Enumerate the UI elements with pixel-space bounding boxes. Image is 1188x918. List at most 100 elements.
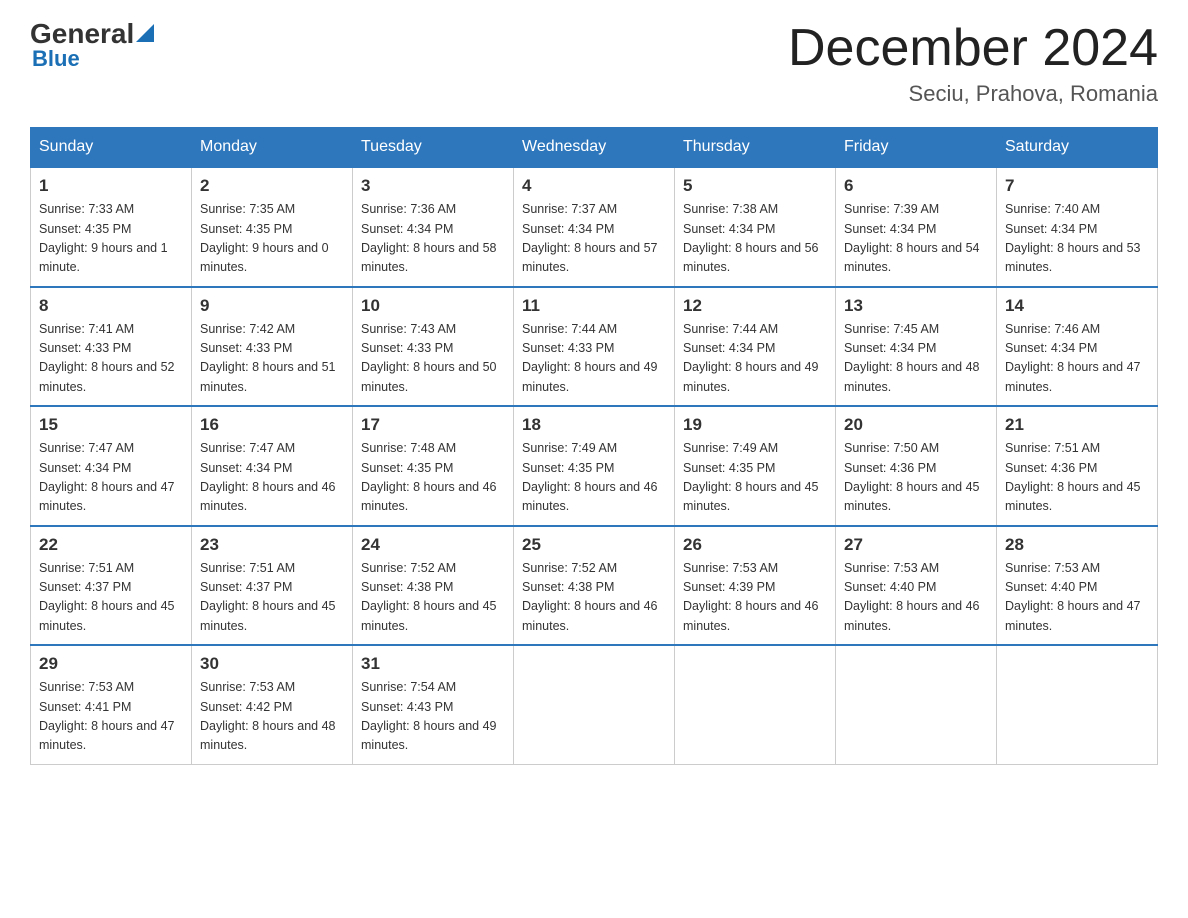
calendar-cell: 18 Sunrise: 7:49 AM Sunset: 4:35 PM Dayl… xyxy=(514,406,675,526)
calendar-cell xyxy=(675,645,836,764)
day-number: 11 xyxy=(522,296,666,316)
logo-blue: Blue xyxy=(32,46,80,72)
day-number: 20 xyxy=(844,415,988,435)
day-number: 1 xyxy=(39,176,183,196)
day-info: Sunrise: 7:44 AM Sunset: 4:34 PM Dayligh… xyxy=(683,320,827,398)
day-info: Sunrise: 7:51 AM Sunset: 4:37 PM Dayligh… xyxy=(39,559,183,637)
calendar-cell: 7 Sunrise: 7:40 AM Sunset: 4:34 PM Dayli… xyxy=(997,167,1158,287)
day-number: 3 xyxy=(361,176,505,196)
day-info: Sunrise: 7:49 AM Sunset: 4:35 PM Dayligh… xyxy=(683,439,827,517)
day-number: 2 xyxy=(200,176,344,196)
day-info: Sunrise: 7:43 AM Sunset: 4:33 PM Dayligh… xyxy=(361,320,505,398)
logo-triangle-icon xyxy=(136,24,154,42)
calendar-cell: 12 Sunrise: 7:44 AM Sunset: 4:34 PM Dayl… xyxy=(675,287,836,407)
day-number: 9 xyxy=(200,296,344,316)
day-info: Sunrise: 7:50 AM Sunset: 4:36 PM Dayligh… xyxy=(844,439,988,517)
day-number: 31 xyxy=(361,654,505,674)
day-number: 19 xyxy=(683,415,827,435)
day-number: 22 xyxy=(39,535,183,555)
day-info: Sunrise: 7:35 AM Sunset: 4:35 PM Dayligh… xyxy=(200,200,344,278)
day-info: Sunrise: 7:45 AM Sunset: 4:34 PM Dayligh… xyxy=(844,320,988,398)
calendar-header-friday: Friday xyxy=(836,128,997,168)
day-number: 17 xyxy=(361,415,505,435)
logo-general: General xyxy=(30,20,134,48)
day-number: 4 xyxy=(522,176,666,196)
calendar-cell: 20 Sunrise: 7:50 AM Sunset: 4:36 PM Dayl… xyxy=(836,406,997,526)
calendar-cell: 1 Sunrise: 7:33 AM Sunset: 4:35 PM Dayli… xyxy=(31,167,192,287)
day-number: 5 xyxy=(683,176,827,196)
day-info: Sunrise: 7:44 AM Sunset: 4:33 PM Dayligh… xyxy=(522,320,666,398)
day-info: Sunrise: 7:53 AM Sunset: 4:40 PM Dayligh… xyxy=(1005,559,1149,637)
logo: General Blue xyxy=(30,20,154,72)
month-title: December 2024 xyxy=(788,20,1158,77)
day-number: 8 xyxy=(39,296,183,316)
day-info: Sunrise: 7:53 AM Sunset: 4:42 PM Dayligh… xyxy=(200,678,344,756)
day-info: Sunrise: 7:47 AM Sunset: 4:34 PM Dayligh… xyxy=(200,439,344,517)
calendar-cell xyxy=(514,645,675,764)
day-info: Sunrise: 7:38 AM Sunset: 4:34 PM Dayligh… xyxy=(683,200,827,278)
day-info: Sunrise: 7:52 AM Sunset: 4:38 PM Dayligh… xyxy=(361,559,505,637)
calendar-week-row: 15 Sunrise: 7:47 AM Sunset: 4:34 PM Dayl… xyxy=(31,406,1158,526)
day-number: 7 xyxy=(1005,176,1149,196)
day-number: 29 xyxy=(39,654,183,674)
title-block: December 2024 Seciu, Prahova, Romania xyxy=(788,20,1158,107)
calendar-cell xyxy=(997,645,1158,764)
day-info: Sunrise: 7:53 AM Sunset: 4:39 PM Dayligh… xyxy=(683,559,827,637)
calendar-cell: 15 Sunrise: 7:47 AM Sunset: 4:34 PM Dayl… xyxy=(31,406,192,526)
calendar-cell: 25 Sunrise: 7:52 AM Sunset: 4:38 PM Dayl… xyxy=(514,526,675,646)
day-info: Sunrise: 7:53 AM Sunset: 4:40 PM Dayligh… xyxy=(844,559,988,637)
calendar-cell: 22 Sunrise: 7:51 AM Sunset: 4:37 PM Dayl… xyxy=(31,526,192,646)
day-info: Sunrise: 7:54 AM Sunset: 4:43 PM Dayligh… xyxy=(361,678,505,756)
day-number: 16 xyxy=(200,415,344,435)
day-info: Sunrise: 7:51 AM Sunset: 4:36 PM Dayligh… xyxy=(1005,439,1149,517)
day-info: Sunrise: 7:53 AM Sunset: 4:41 PM Dayligh… xyxy=(39,678,183,756)
calendar-cell: 17 Sunrise: 7:48 AM Sunset: 4:35 PM Dayl… xyxy=(353,406,514,526)
calendar-cell: 10 Sunrise: 7:43 AM Sunset: 4:33 PM Dayl… xyxy=(353,287,514,407)
day-number: 6 xyxy=(844,176,988,196)
calendar-cell: 4 Sunrise: 7:37 AM Sunset: 4:34 PM Dayli… xyxy=(514,167,675,287)
day-number: 15 xyxy=(39,415,183,435)
calendar-cell: 9 Sunrise: 7:42 AM Sunset: 4:33 PM Dayli… xyxy=(192,287,353,407)
day-number: 26 xyxy=(683,535,827,555)
day-number: 24 xyxy=(361,535,505,555)
calendar-cell: 14 Sunrise: 7:46 AM Sunset: 4:34 PM Dayl… xyxy=(997,287,1158,407)
calendar-week-row: 22 Sunrise: 7:51 AM Sunset: 4:37 PM Dayl… xyxy=(31,526,1158,646)
day-info: Sunrise: 7:36 AM Sunset: 4:34 PM Dayligh… xyxy=(361,200,505,278)
calendar-cell: 16 Sunrise: 7:47 AM Sunset: 4:34 PM Dayl… xyxy=(192,406,353,526)
calendar-cell: 19 Sunrise: 7:49 AM Sunset: 4:35 PM Dayl… xyxy=(675,406,836,526)
day-number: 30 xyxy=(200,654,344,674)
calendar-cell: 30 Sunrise: 7:53 AM Sunset: 4:42 PM Dayl… xyxy=(192,645,353,764)
calendar-header-saturday: Saturday xyxy=(997,128,1158,168)
page-header: General Blue December 2024 Seciu, Prahov… xyxy=(30,20,1158,107)
calendar-cell: 21 Sunrise: 7:51 AM Sunset: 4:36 PM Dayl… xyxy=(997,406,1158,526)
day-number: 23 xyxy=(200,535,344,555)
calendar-header-sunday: Sunday xyxy=(31,128,192,168)
day-info: Sunrise: 7:42 AM Sunset: 4:33 PM Dayligh… xyxy=(200,320,344,398)
day-info: Sunrise: 7:33 AM Sunset: 4:35 PM Dayligh… xyxy=(39,200,183,278)
calendar-cell: 11 Sunrise: 7:44 AM Sunset: 4:33 PM Dayl… xyxy=(514,287,675,407)
day-info: Sunrise: 7:47 AM Sunset: 4:34 PM Dayligh… xyxy=(39,439,183,517)
calendar-cell: 31 Sunrise: 7:54 AM Sunset: 4:43 PM Dayl… xyxy=(353,645,514,764)
calendar-cell: 6 Sunrise: 7:39 AM Sunset: 4:34 PM Dayli… xyxy=(836,167,997,287)
day-info: Sunrise: 7:49 AM Sunset: 4:35 PM Dayligh… xyxy=(522,439,666,517)
day-info: Sunrise: 7:37 AM Sunset: 4:34 PM Dayligh… xyxy=(522,200,666,278)
day-info: Sunrise: 7:40 AM Sunset: 4:34 PM Dayligh… xyxy=(1005,200,1149,278)
calendar-cell: 2 Sunrise: 7:35 AM Sunset: 4:35 PM Dayli… xyxy=(192,167,353,287)
day-number: 25 xyxy=(522,535,666,555)
calendar-cell: 23 Sunrise: 7:51 AM Sunset: 4:37 PM Dayl… xyxy=(192,526,353,646)
calendar-table: SundayMondayTuesdayWednesdayThursdayFrid… xyxy=(30,127,1158,765)
day-info: Sunrise: 7:41 AM Sunset: 4:33 PM Dayligh… xyxy=(39,320,183,398)
calendar-cell: 29 Sunrise: 7:53 AM Sunset: 4:41 PM Dayl… xyxy=(31,645,192,764)
day-number: 27 xyxy=(844,535,988,555)
calendar-cell: 27 Sunrise: 7:53 AM Sunset: 4:40 PM Dayl… xyxy=(836,526,997,646)
calendar-header-tuesday: Tuesday xyxy=(353,128,514,168)
day-number: 14 xyxy=(1005,296,1149,316)
day-info: Sunrise: 7:39 AM Sunset: 4:34 PM Dayligh… xyxy=(844,200,988,278)
calendar-week-row: 1 Sunrise: 7:33 AM Sunset: 4:35 PM Dayli… xyxy=(31,167,1158,287)
day-info: Sunrise: 7:46 AM Sunset: 4:34 PM Dayligh… xyxy=(1005,320,1149,398)
day-number: 28 xyxy=(1005,535,1149,555)
calendar-cell: 3 Sunrise: 7:36 AM Sunset: 4:34 PM Dayli… xyxy=(353,167,514,287)
calendar-cell: 13 Sunrise: 7:45 AM Sunset: 4:34 PM Dayl… xyxy=(836,287,997,407)
calendar-cell: 8 Sunrise: 7:41 AM Sunset: 4:33 PM Dayli… xyxy=(31,287,192,407)
day-number: 13 xyxy=(844,296,988,316)
